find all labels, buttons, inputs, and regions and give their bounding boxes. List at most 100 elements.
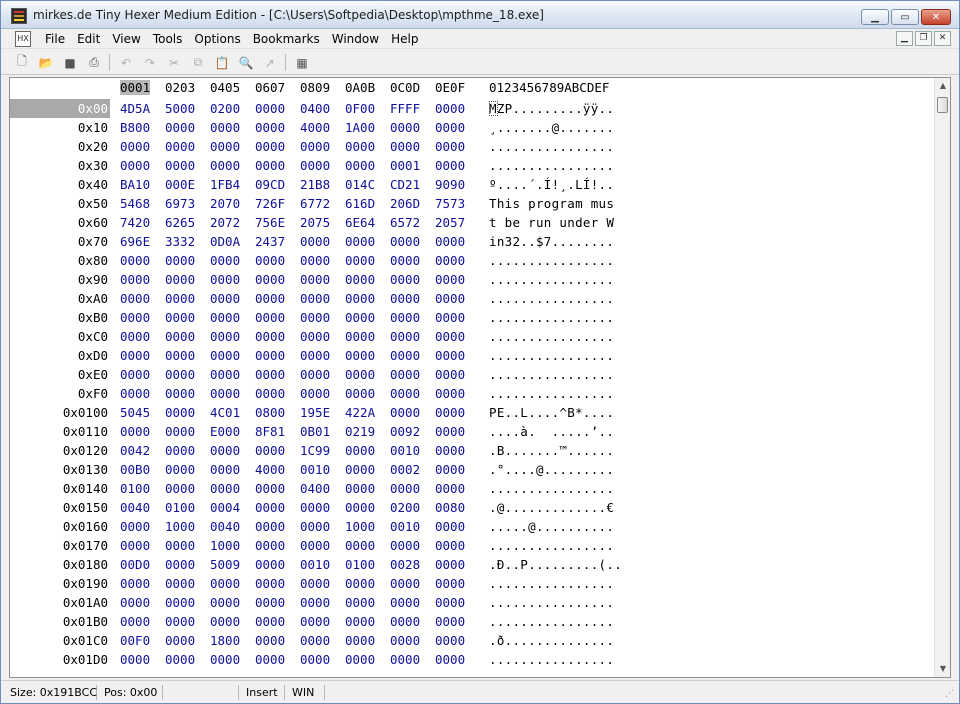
hex-cell[interactable]: 0000 (210, 593, 240, 612)
hex-row[interactable]: 0x20 0000 0000 0000 0000 0000 0000 0000 0000....… (10, 137, 935, 156)
hex-row[interactable]: 0x0160 0000 1000 0040 0000 0000 1000 0010 0000..… (10, 517, 935, 536)
hex-cell[interactable]: 0000 (300, 631, 330, 650)
hex-cell[interactable]: 0000 (435, 612, 465, 631)
hex-cell[interactable]: 0000 (345, 441, 375, 460)
ascii-cell[interactable]: PE..L....^B*.... (489, 403, 614, 422)
hex-cell[interactable]: 5000 (165, 99, 195, 118)
row-address[interactable]: 0x0140 (10, 479, 110, 498)
ascii-cell[interactable]: ................ (489, 156, 614, 175)
hex-cell[interactable]: 6973 (165, 194, 195, 213)
hex-cell[interactable]: 7420 (120, 213, 150, 232)
hex-cell[interactable]: 0000 (300, 137, 330, 156)
hex-row[interactable]: 0x90 0000 0000 0000 0000 0000 0000 0000 0000....… (10, 270, 935, 289)
hex-cell[interactable]: 00F0 (120, 631, 150, 650)
hex-row[interactable]: 0x0140 0100 0000 0000 0000 0400 0000 0000 0000..… (10, 479, 935, 498)
hex-cell[interactable]: 0000 (210, 289, 240, 308)
hex-cell[interactable]: CD21 (390, 175, 420, 194)
hex-cell[interactable]: 0000 (300, 574, 330, 593)
hex-cell[interactable]: 1800 (210, 631, 240, 650)
hex-cell[interactable]: 0000 (255, 270, 285, 289)
hex-cell[interactable]: 0000 (165, 156, 195, 175)
hex-cell[interactable]: 0001 (390, 156, 420, 175)
hex-cell[interactable]: 0000 (390, 346, 420, 365)
ascii-cell[interactable]: ................ (489, 346, 614, 365)
ascii-cell[interactable]: ................ (489, 137, 614, 156)
hex-cell[interactable]: B800 (120, 118, 150, 137)
hex-cell[interactable]: 6E64 (345, 213, 375, 232)
hex-cell[interactable]: 0000 (255, 536, 285, 555)
row-address[interactable]: 0x0110 (10, 422, 110, 441)
doc-restore-button[interactable]: ❐ (915, 31, 932, 46)
menu-edit[interactable]: Edit (71, 31, 106, 47)
hex-cell[interactable]: 0000 (165, 422, 195, 441)
hex-cell[interactable]: 0000 (300, 327, 330, 346)
hex-cell[interactable]: 0000 (255, 118, 285, 137)
hex-cell[interactable]: 0000 (435, 574, 465, 593)
hex-cell[interactable]: 09CD (255, 175, 285, 194)
row-address[interactable]: 0x70 (10, 232, 110, 251)
hex-cell[interactable]: 21B8 (300, 175, 330, 194)
hex-cell[interactable]: 696E (120, 232, 150, 251)
doc-close-button[interactable]: ✕ (934, 31, 951, 46)
print-icon[interactable]: ⎙ (85, 54, 103, 71)
hex-cell[interactable]: 1000 (165, 517, 195, 536)
hex-row[interactable]: 0x01B0 0000 0000 0000 0000 0000 0000 0000 0000..… (10, 612, 935, 631)
hex-cell[interactable]: 2072 (210, 213, 240, 232)
hex-row[interactable]: 0x30 0000 0000 0000 0000 0000 0000 0001 0000....… (10, 156, 935, 175)
hex-cell[interactable]: 0000 (435, 593, 465, 612)
hex-cell[interactable]: 1000 (210, 536, 240, 555)
hex-row[interactable]: 0x01A0 0000 0000 0000 0000 0000 0000 0000 0000..… (10, 593, 935, 612)
hex-row[interactable]: 0x0190 0000 0000 0000 0000 0000 0000 0000 0000..… (10, 574, 935, 593)
hex-cell[interactable]: 0000 (345, 479, 375, 498)
hex-cell[interactable]: 1FB4 (210, 175, 240, 194)
hex-cell[interactable]: 0000 (435, 137, 465, 156)
ascii-cell[interactable]: .@.............€ (489, 498, 614, 517)
row-address[interactable]: 0x0120 (10, 441, 110, 460)
hex-cell[interactable]: 1A00 (345, 118, 375, 137)
ascii-cell[interactable]: ................ (489, 574, 614, 593)
ascii-cell[interactable]: ................ (489, 384, 614, 403)
hex-row[interactable]: 0x00 4D5A 5000 0200 0000 0400 0F00 FFFF 0000 MZP.… (10, 99, 935, 118)
hex-cell[interactable]: 0000 (165, 346, 195, 365)
hex-row[interactable]: 0x50 5468 6973 2070 726F 6772 616D 206D 7573 This… (10, 194, 935, 213)
hex-cell[interactable]: 0000 (165, 631, 195, 650)
hex-cell[interactable]: 0000 (300, 612, 330, 631)
hex-cell[interactable]: 0000 (210, 327, 240, 346)
row-address[interactable]: 0xD0 (10, 346, 110, 365)
hex-cell[interactable]: 0100 (120, 479, 150, 498)
ascii-cell[interactable]: ................ (489, 593, 614, 612)
hex-cell[interactable]: 0000 (120, 156, 150, 175)
hex-cell[interactable]: 0000 (435, 441, 465, 460)
hex-cell[interactable]: 0000 (210, 346, 240, 365)
row-address[interactable]: 0x0160 (10, 517, 110, 536)
menu-tools[interactable]: Tools (147, 31, 189, 47)
ascii-cell[interactable]: ................ (489, 327, 614, 346)
hex-cell[interactable]: 0000 (120, 384, 150, 403)
hex-cell[interactable]: 0040 (210, 517, 240, 536)
ascii-cell[interactable]: MZP.........ÿÿ.. (489, 99, 614, 118)
hex-row[interactable]: 0x0100 5045 0000 4C01 0800 195E 422A 0000 0000 PE… (10, 403, 935, 422)
hex-cell[interactable]: 0000 (390, 593, 420, 612)
hex-cell[interactable]: 0000 (345, 498, 375, 517)
undo-icon[interactable]: ↶ (117, 54, 135, 71)
hex-cell[interactable]: 0000 (435, 270, 465, 289)
hex-cell[interactable]: 0D0A (210, 232, 240, 251)
hex-cell[interactable]: 0000 (300, 536, 330, 555)
hex-cell[interactable]: 0000 (120, 270, 150, 289)
hex-cell[interactable]: 0000 (120, 612, 150, 631)
hex-cell[interactable]: 0010 (300, 555, 330, 574)
hex-cell[interactable]: 0000 (165, 308, 195, 327)
hex-cell[interactable]: 0000 (165, 251, 195, 270)
row-address[interactable]: 0x0190 (10, 574, 110, 593)
hex-cell[interactable]: 0100 (165, 498, 195, 517)
hex-cell[interactable]: 726F (255, 194, 285, 213)
ascii-cell[interactable]: ................ (489, 479, 614, 498)
hex-cell[interactable]: 2070 (210, 194, 240, 213)
hex-cell[interactable]: 0000 (120, 327, 150, 346)
title-bar[interactable]: mirkes.de Tiny Hexer Medium Edition - [C… (1, 1, 959, 29)
ascii-cell[interactable]: ................ (489, 365, 614, 384)
hex-row[interactable]: 0x60 7420 6265 2072 756E 2075 6E64 6572 2057 t be… (10, 213, 935, 232)
hex-cell[interactable]: 0000 (165, 650, 195, 669)
hex-cell[interactable]: 0000 (255, 555, 285, 574)
ascii-cell[interactable]: .°....@......... (489, 460, 614, 479)
